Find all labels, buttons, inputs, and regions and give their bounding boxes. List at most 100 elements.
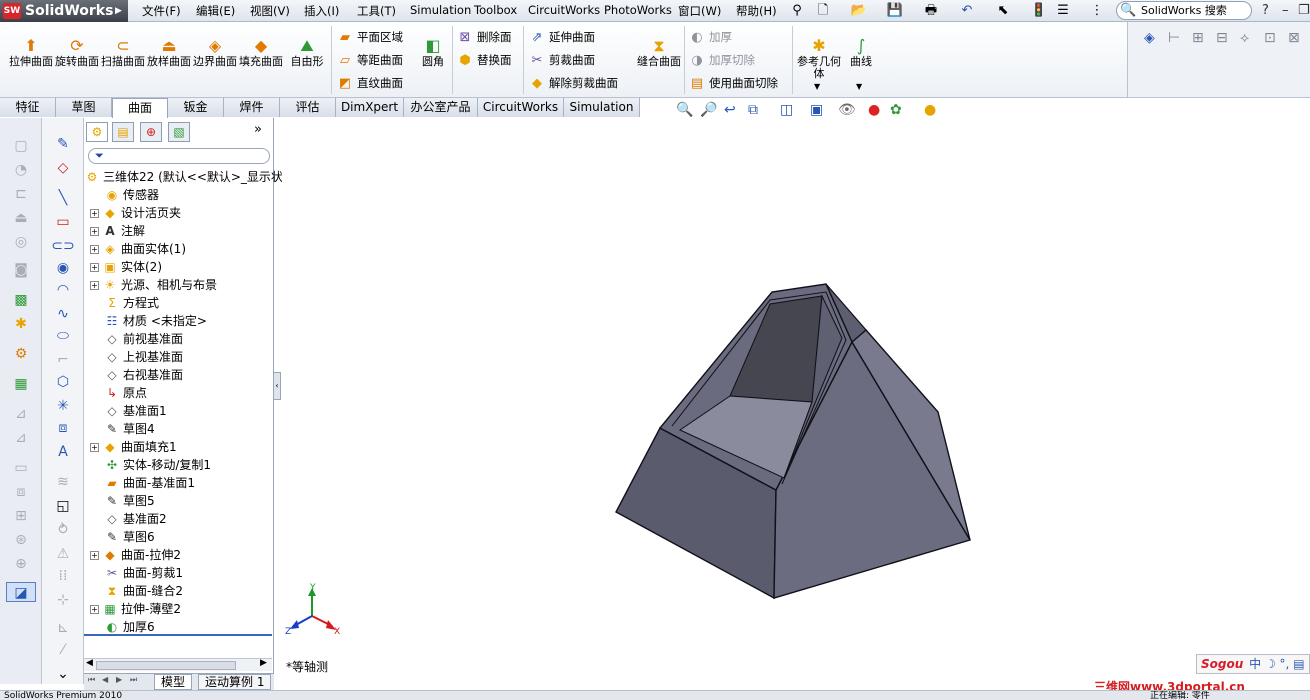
print-icon[interactable]: 🖶 xyxy=(922,2,940,20)
rollback-bar[interactable] xyxy=(84,634,272,636)
replace-face-button[interactable]: ⬢ 替换面 xyxy=(456,50,511,70)
rib-icon[interactable]: ⊿ xyxy=(6,404,36,424)
search-input[interactable]: 🔍 SolidWorks 搜索 xyxy=(1116,1,1252,20)
table-icon[interactable]: ⊟ xyxy=(1216,30,1228,46)
sketch-relations-icon[interactable]: ◈ xyxy=(1144,30,1155,46)
thicken-button[interactable]: ◐ 加厚 xyxy=(688,27,732,47)
tree-item[interactable]: ↳ 原点 xyxy=(104,384,147,402)
keyboard-icon[interactable]: ▤ xyxy=(1293,657,1304,671)
undo-icon[interactable]: ↶ xyxy=(958,2,976,20)
tree-item[interactable]: ✎ 草图5 xyxy=(104,492,155,510)
minimize-icon[interactable]: – xyxy=(1282,3,1289,18)
freeform-button[interactable]: ⛰ 自由形 xyxy=(284,36,330,68)
tree-item[interactable]: ⧗ 曲面-缝合2 xyxy=(104,582,183,600)
tree-item[interactable]: + ☀ 光源、相机与布景 xyxy=(90,276,217,294)
repair-sketch-icon[interactable]: ⁄ xyxy=(48,640,78,660)
section-view-icon[interactable]: ⧉ xyxy=(748,102,758,118)
tree-item[interactable]: ◉ 传感器 xyxy=(104,186,159,204)
punctuation-icon[interactable]: °, xyxy=(1280,657,1290,671)
next-tab-icon[interactable]: ▶ xyxy=(116,675,122,684)
draft-icon[interactable]: ⊿ xyxy=(6,428,36,448)
hole-wizard-icon[interactable]: ⊕ xyxy=(6,554,36,574)
active-feature-icon[interactable]: ◪ xyxy=(6,582,36,602)
dimension-icon[interactable]: ⊢ xyxy=(1168,30,1180,46)
expand-toggle[interactable]: + xyxy=(90,551,99,560)
zoom-to-area-icon[interactable]: 🔎 xyxy=(700,102,717,118)
moon-icon[interactable]: ☽ xyxy=(1265,657,1276,671)
curves-dropdown-icon[interactable]: ▼ xyxy=(856,82,862,91)
boundary-boss-icon[interactable]: ◎ xyxy=(6,232,36,252)
display-relations-icon[interactable]: ⊾ xyxy=(48,618,78,638)
pattern-icon[interactable]: ⊠ xyxy=(1288,30,1300,46)
trim-entities-icon[interactable]: ≋ xyxy=(48,472,78,492)
text-icon[interactable]: A xyxy=(48,442,78,462)
reference-geometry-dropdown-icon[interactable]: ▼ xyxy=(814,82,820,91)
tab-motion-study[interactable]: 运动算例 1 xyxy=(198,674,272,690)
lofted-surface-button[interactable]: ⏏ 放样曲面 xyxy=(146,36,192,68)
offset-entities-icon[interactable]: ⥁ xyxy=(48,520,78,540)
ime-toolbar[interactable]: Sogou 中 ☽ °, ▤ xyxy=(1196,654,1310,674)
panel-collapse-handle[interactable]: ‹ xyxy=(273,372,281,400)
tree-item[interactable]: + ▦ 拉伸-薄壁2 xyxy=(90,600,181,618)
select-cursor-icon[interactable]: ⬉ xyxy=(994,2,1012,20)
display-manager-tab-icon[interactable]: ▧ xyxy=(168,122,190,142)
tab-model[interactable]: 模型 xyxy=(154,674,193,690)
untrim-surface-button[interactable]: ◆ 解除剪裁曲面 xyxy=(528,73,618,93)
tab-simulation[interactable]: Simulation xyxy=(564,98,640,117)
tab-dimxpert[interactable]: DimXpert xyxy=(336,98,404,117)
zoom-to-fit-icon[interactable]: 🔍 xyxy=(676,102,693,118)
grid-icon[interactable]: ⊞ xyxy=(1192,30,1204,46)
curves-tool-icon[interactable]: ⚙ xyxy=(6,344,36,364)
expand-toggle[interactable]: + xyxy=(90,443,99,452)
sketch-icon[interactable]: ✎ xyxy=(48,134,78,154)
menu-view[interactable]: 视图(V) xyxy=(250,3,290,19)
menu-toolbox[interactable]: Toolbox xyxy=(474,3,517,17)
menu-help[interactable]: 帮助(H) xyxy=(736,3,777,19)
tab-surfaces[interactable]: 曲面 xyxy=(112,98,168,118)
configuration-manager-tab-icon[interactable]: ⊕ xyxy=(140,122,162,142)
slot-icon[interactable]: ⊂⊃ xyxy=(48,236,78,256)
tree-item[interactable]: ☷ 材质 <未指定> xyxy=(104,312,207,330)
menu-file[interactable]: 文件(F) xyxy=(142,3,181,19)
tab-circuitworks[interactable]: CircuitWorks xyxy=(478,98,564,117)
ellipse-icon[interactable]: ⬭ xyxy=(48,326,78,346)
tab-sheet-metal[interactable]: 钣金 xyxy=(168,98,224,117)
shell-icon[interactable]: ▭ xyxy=(6,458,36,478)
planar-surface-button[interactable]: ▰ 平面区域 xyxy=(336,27,403,47)
first-tab-icon[interactable]: ⏮ xyxy=(88,675,95,685)
line-icon[interactable]: ╲ xyxy=(48,188,78,208)
menu-circuitworks[interactable]: CircuitWorks xyxy=(528,3,600,17)
view-orientation-icon[interactable]: ◫ xyxy=(780,102,793,118)
menu-edit[interactable]: 编辑(E) xyxy=(196,3,235,19)
reference-geometry-tool-icon[interactable]: ✱ xyxy=(6,314,36,334)
options-icon[interactable]: ☰ xyxy=(1054,2,1072,20)
display-style-icon[interactable]: ▣ xyxy=(810,102,823,118)
boundary-surface-button[interactable]: ◈ 边界曲面 xyxy=(192,36,238,68)
lofted-boss-icon[interactable]: ⏏ xyxy=(6,208,36,228)
scroll-right-icon[interactable]: ▶ xyxy=(260,658,267,668)
cut-with-surface-button[interactable]: ▤ 使用曲面切除 xyxy=(688,73,778,93)
extruded-cut-icon[interactable]: ◙ xyxy=(6,260,36,280)
arc-icon[interactable]: ◠ xyxy=(48,280,78,300)
expand-toggle[interactable]: + xyxy=(90,245,99,254)
mirror-entities-icon[interactable]: ⚠ xyxy=(48,544,78,564)
hide-show-items-icon[interactable]: 👁 xyxy=(838,102,856,118)
filled-surface-button[interactable]: ◆ 填充曲面 xyxy=(238,36,284,68)
tree-item[interactable]: + ◆ 设计活页夹 xyxy=(90,204,181,222)
swept-surface-button[interactable]: ⊂ 扫描曲面 xyxy=(100,36,146,68)
polygon-icon[interactable]: ⬡ xyxy=(48,372,78,392)
mirror-icon[interactable]: ⟡ xyxy=(1240,30,1249,46)
tree-item[interactable]: ✎ 草图4 xyxy=(104,420,155,438)
tab-weldments[interactable]: 焊件 xyxy=(224,98,280,117)
expand-panel-icon[interactable]: » xyxy=(254,122,262,137)
pin-icon[interactable]: ⚲ xyxy=(788,2,806,20)
thickened-cut-button[interactable]: ◑ 加厚切除 xyxy=(688,50,755,70)
tree-item[interactable]: + ◆ 曲面-拉伸2 xyxy=(90,546,181,564)
open-folder-icon[interactable]: 📂 xyxy=(850,2,868,20)
previous-view-icon[interactable]: ↩ xyxy=(724,102,736,118)
tree-item[interactable]: Σ 方程式 xyxy=(104,294,159,312)
extruded-surface-button[interactable]: ⬆ 拉伸曲面 xyxy=(8,36,54,68)
overflow-icon[interactable]: ⋮ xyxy=(1088,2,1106,20)
restore-icon[interactable]: ❐ xyxy=(1298,3,1310,18)
revolved-boss-icon[interactable]: ◔ xyxy=(6,160,36,180)
